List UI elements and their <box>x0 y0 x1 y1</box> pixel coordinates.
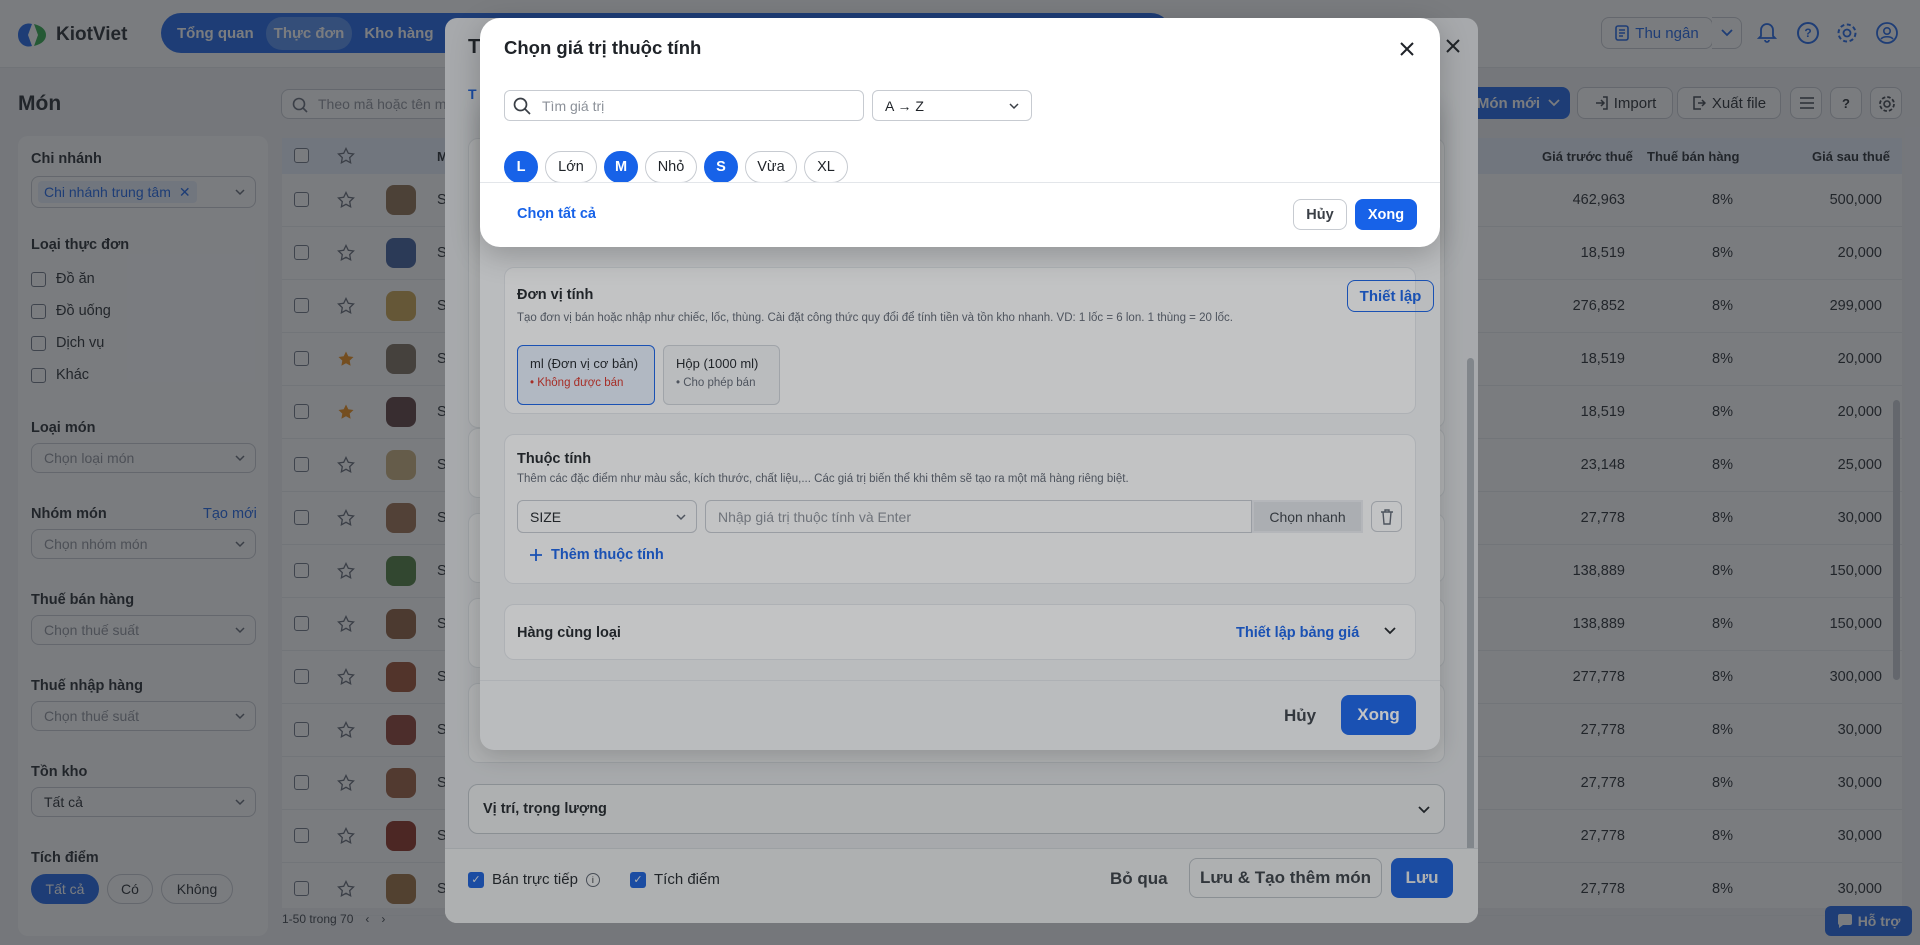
value-chip[interactable]: L <box>504 151 538 183</box>
value-search-placeholder: Tìm giá trị <box>542 97 605 114</box>
sort-value: A → Z <box>885 97 924 114</box>
select-all-link[interactable]: Chọn tất cả <box>517 206 596 222</box>
sort-select[interactable]: A → Z <box>872 90 1032 121</box>
dialog-title: Chọn giá trị thuộc tính <box>504 37 702 58</box>
search-icon <box>513 97 531 115</box>
attribute-values-dialog: Chọn giá trị thuộc tính Tìm giá trị A → … <box>480 18 1440 247</box>
close-icon[interactable] <box>1400 42 1414 56</box>
value-search-input[interactable]: Tìm giá trị <box>504 90 864 121</box>
chevron-down-icon <box>1009 103 1019 110</box>
value-chip[interactable]: S <box>704 151 738 183</box>
divider <box>480 182 1440 183</box>
dialog-done-button[interactable]: Xong <box>1355 199 1417 230</box>
value-chip[interactable]: M <box>604 151 638 183</box>
value-chip[interactable]: Vừa <box>745 151 797 183</box>
value-chip[interactable]: XL <box>804 151 848 183</box>
value-chip[interactable]: Lớn <box>545 151 597 183</box>
dialog-cancel-button[interactable]: Hủy <box>1293 199 1347 230</box>
value-chip[interactable]: Nhỏ <box>645 151 697 183</box>
